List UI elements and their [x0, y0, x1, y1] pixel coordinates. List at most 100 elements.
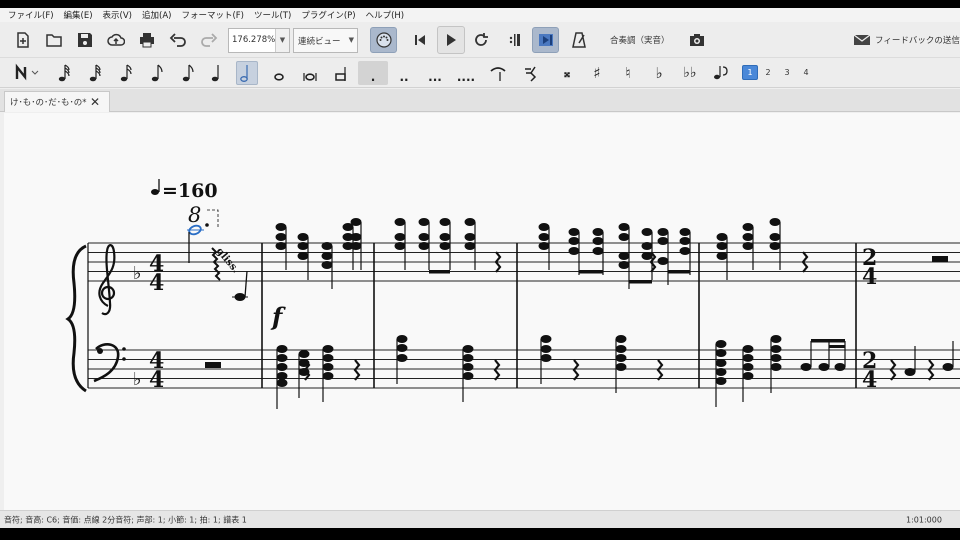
chords	[275, 218, 954, 409]
save-button[interactable]	[73, 28, 97, 52]
treble-chord-note	[275, 242, 287, 250]
gliss-target-stem	[244, 270, 248, 298]
augmentation-dot-button[interactable]: .	[358, 61, 388, 85]
treble-chord-note	[568, 247, 580, 255]
concert-pitch-toggle[interactable]: 合奏調（実音）	[610, 34, 670, 46]
treble-chord-note	[350, 233, 362, 241]
bass-chord-note	[540, 335, 552, 343]
treble-chord-note	[657, 257, 669, 265]
menu-plugins[interactable]: プラグイン(P)	[301, 9, 355, 21]
treble-chord-note	[464, 218, 476, 226]
image-capture-button[interactable]	[685, 28, 709, 52]
quadruple-dot-button[interactable]: ....	[455, 61, 477, 85]
feedback-button[interactable]: フィードバックの送信	[853, 33, 960, 47]
treble-chord-note	[568, 228, 580, 236]
menu-edit[interactable]: 編集(E)	[64, 9, 93, 21]
pan-icon	[538, 34, 553, 46]
zoom-field[interactable]: 176.278% ▼	[228, 28, 290, 53]
zoom-dropdown-icon[interactable]: ▼	[275, 29, 289, 52]
bass-chord-note	[742, 354, 754, 362]
note-16th-icon	[120, 64, 132, 82]
duration-breve-button[interactable]	[299, 61, 321, 85]
status-text: 音符; 音高: C6; 音価: 点線 2分音符; 声部: 1; 小節: 1; 拍…	[4, 515, 247, 525]
bass-chord-note	[276, 363, 288, 371]
redo-button[interactable]	[197, 28, 221, 52]
menu-file[interactable]: ファイル(F)	[8, 9, 54, 21]
new-score-button[interactable]	[11, 28, 35, 52]
duration-64th-button[interactable]	[54, 61, 76, 85]
feedback-label: フィードバックの送信	[875, 36, 960, 46]
voice-4-button[interactable]: 4	[798, 65, 814, 80]
treble-chord-note	[297, 242, 309, 250]
triple-dot-button[interactable]: ...	[424, 61, 446, 85]
treble-half-rest	[932, 256, 948, 262]
close-icon[interactable]: ✕	[90, 95, 100, 109]
voice-1-button[interactable]: 1	[742, 65, 758, 80]
metronome-button[interactable]	[567, 28, 591, 52]
duration-half-button[interactable]	[236, 61, 258, 85]
bass-chord-note	[276, 354, 288, 362]
menu-help[interactable]: ヘルプ(H)	[366, 9, 405, 21]
duration-eighth-button[interactable]	[147, 61, 169, 85]
natural-button[interactable]: ♮	[617, 61, 639, 85]
treble-time-change-bottom: 4	[862, 264, 877, 290]
bass-chord-note	[715, 340, 727, 348]
beam	[629, 280, 652, 284]
score-canvas[interactable]: ♭ ♭ 4 4 4 4 =160 8 gliss. f 2 4 2 4	[4, 113, 960, 510]
zoom-value: 176.278%	[232, 35, 276, 45]
view-mode-select[interactable]: 連続ビュー ▼	[293, 28, 358, 53]
bass-clef-dot	[97, 348, 103, 354]
voice-2-button[interactable]: 2	[760, 65, 776, 80]
treble-chord-note	[275, 223, 287, 231]
treble-clef	[98, 244, 116, 316]
flip-direction-button[interactable]	[710, 61, 732, 85]
whole-rest	[205, 362, 221, 368]
treble-chord-note	[297, 233, 309, 241]
rest-button[interactable]	[520, 61, 542, 85]
half-note-icon	[240, 65, 248, 82]
bass-chord-note	[770, 354, 782, 362]
quarter-rest	[927, 359, 935, 381]
menu-tools[interactable]: ツール(T)	[254, 9, 291, 21]
view-mode-value: 連続ビュー	[298, 37, 341, 47]
double-sharp-button[interactable]: 𝄪	[556, 61, 578, 85]
playback-position: 1:01:000	[906, 515, 942, 525]
menu-format[interactable]: フォーマット(F)	[181, 9, 244, 21]
undo-button[interactable]	[166, 28, 190, 52]
menu-add[interactable]: 追加(A)	[142, 9, 171, 21]
play-icon	[447, 34, 456, 46]
beam	[811, 339, 845, 343]
duration-16th-button[interactable]	[116, 61, 138, 85]
voice-3-button[interactable]: 3	[779, 65, 795, 80]
flat-button[interactable]: ♭	[648, 61, 670, 85]
pan-score-button[interactable]	[532, 27, 559, 53]
menu-view[interactable]: 表示(V)	[103, 9, 132, 21]
duration-longa-button[interactable]	[330, 61, 352, 85]
sharp-button[interactable]: ♯	[586, 61, 608, 85]
double-flat-button[interactable]: ♭♭	[679, 61, 701, 85]
status-bar: 音符; 音高: C6; 音価: 点線 2分音符; 声部: 1; 小節: 1; 拍…	[0, 510, 960, 528]
play-button[interactable]	[437, 26, 465, 54]
tie-button[interactable]	[487, 61, 509, 85]
open-button[interactable]	[42, 28, 66, 52]
score-tab[interactable]: け･も･の･だ･も･の* ✕	[4, 91, 110, 112]
repeat-playback-button[interactable]	[502, 28, 526, 52]
duration-crotchet-button[interactable]	[207, 61, 229, 85]
envelope-icon	[853, 34, 871, 45]
dot-1-label: .	[370, 70, 376, 84]
treble-chord-note	[321, 242, 333, 250]
treble-chord-note	[769, 218, 781, 226]
duration-quarter-button[interactable]	[178, 61, 200, 85]
dot-4-label: ....	[456, 70, 476, 84]
note-input-mode-button[interactable]	[10, 61, 44, 85]
duration-32nd-button[interactable]	[85, 61, 107, 85]
loop-button[interactable]	[469, 28, 493, 52]
upload-cloud-button[interactable]	[104, 28, 128, 52]
rewind-button[interactable]	[408, 28, 432, 52]
beam	[429, 270, 450, 274]
print-button[interactable]	[135, 28, 159, 52]
loop-icon	[475, 33, 488, 46]
double-dot-button[interactable]: ..	[393, 61, 415, 85]
midi-input-button[interactable]	[370, 27, 397, 53]
duration-whole-button[interactable]	[268, 61, 290, 85]
